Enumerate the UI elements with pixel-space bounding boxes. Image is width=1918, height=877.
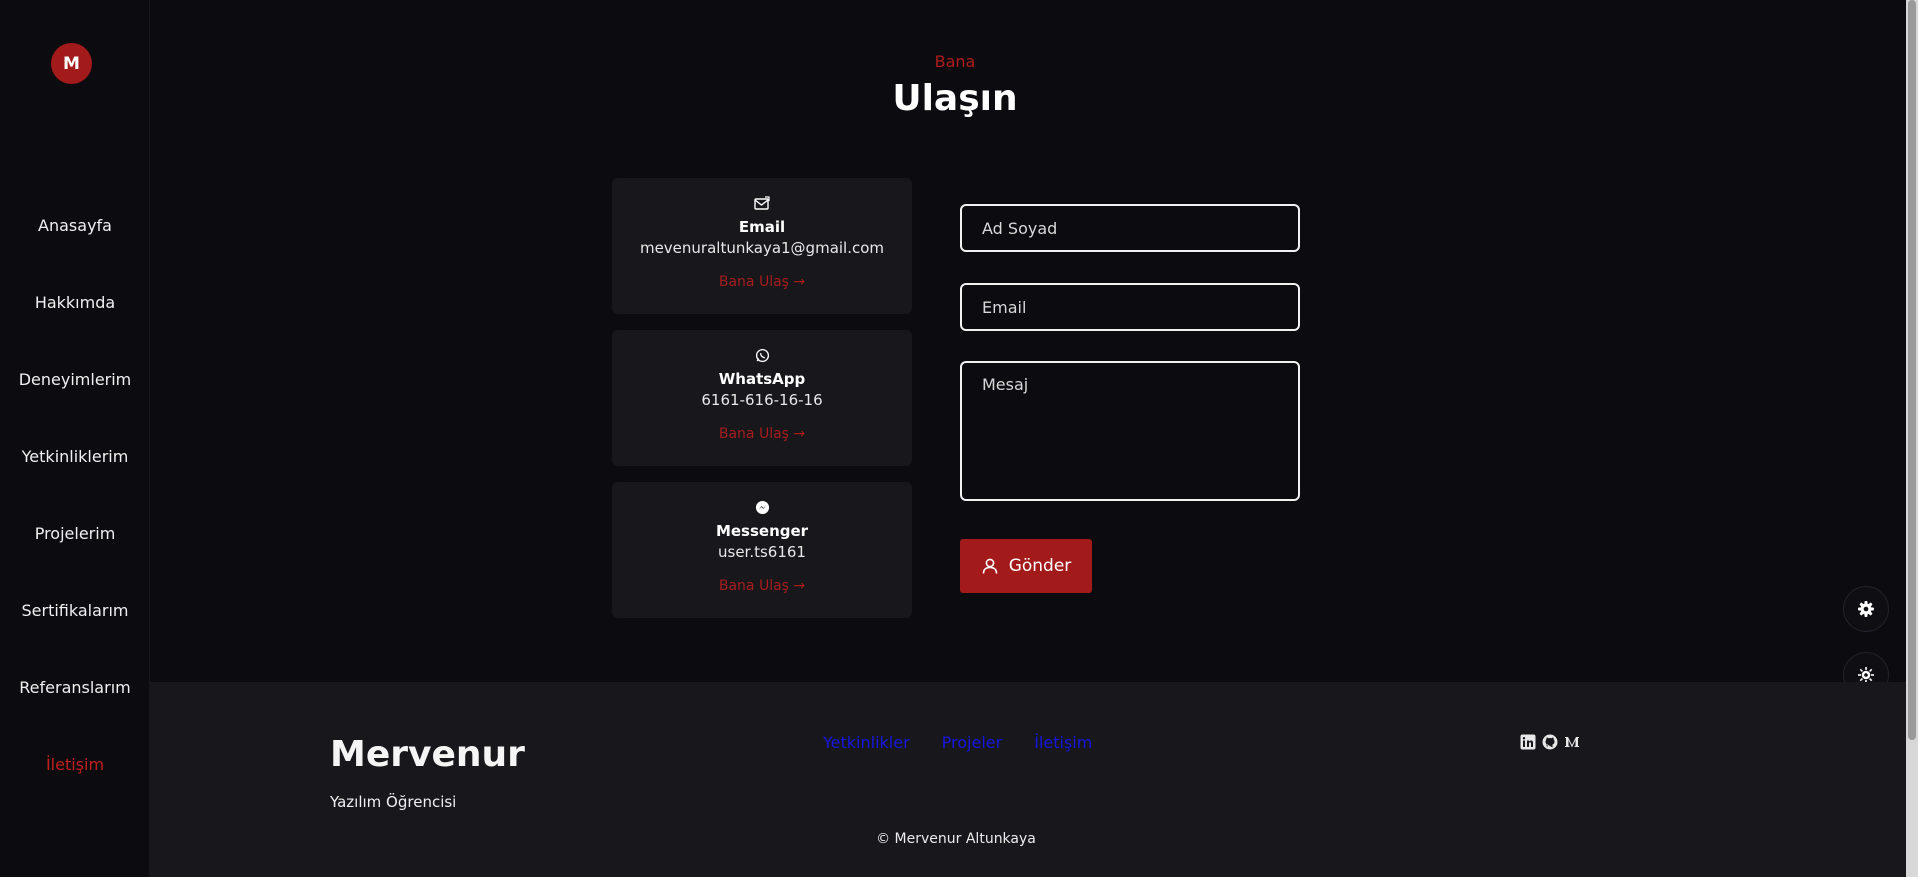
gear-icon bbox=[1857, 600, 1875, 618]
scrollbar[interactable] bbox=[1906, 0, 1918, 877]
sidebar-item-yetkinliklerim[interactable]: Yetkinliklerim bbox=[0, 447, 150, 466]
sidebar-item-deneyimlerim[interactable]: Deneyimlerim bbox=[0, 370, 150, 389]
footer-link-projeler[interactable]: Projeler bbox=[942, 733, 1003, 752]
contact-link-messenger[interactable]: Bana Ulaş → bbox=[612, 578, 912, 594]
page-title: Ulaşın bbox=[892, 78, 1018, 119]
contact-card-messenger: Messenger user.ts6161 Bana Ulaş → bbox=[612, 482, 912, 618]
contact-link-whatsapp[interactable]: Bana Ulaş → bbox=[612, 426, 912, 442]
messenger-icon bbox=[612, 500, 912, 516]
card-title: Email bbox=[738, 218, 786, 236]
name-field[interactable] bbox=[960, 204, 1300, 252]
card-value: user.ts6161 bbox=[718, 543, 806, 561]
copyright: © Mervenur Altunkaya bbox=[876, 831, 1036, 847]
footer: Mervenur Yazılım Öğrencisi Yetkinlikler … bbox=[150, 682, 1906, 877]
sidebar-item-anasayfa[interactable]: Anasayfa bbox=[0, 216, 150, 235]
contact-card-whatsapp: WhatsApp 6161-616-16-16 Bana Ulaş → bbox=[612, 330, 912, 466]
card-value: mevenuraltunkaya1@gmail.com bbox=[639, 239, 885, 257]
footer-link-iletisim[interactable]: İletişim bbox=[1034, 733, 1092, 752]
send-button[interactable]: Gönder bbox=[960, 539, 1092, 593]
sidebar-item-sertifikalarim[interactable]: Sertifikalarım bbox=[0, 601, 150, 620]
logo-avatar[interactable]: M bbox=[51, 43, 92, 84]
scrollbar-thumb[interactable] bbox=[1908, 0, 1916, 740]
contact-link-email[interactable]: Bana Ulaş → bbox=[612, 274, 912, 290]
message-field[interactable] bbox=[960, 361, 1300, 501]
sidebar-item-hakkimda[interactable]: Hakkımda bbox=[0, 293, 150, 312]
linkedin-icon[interactable] bbox=[1520, 734, 1536, 750]
footer-link-yetkinlikler[interactable]: Yetkinlikler bbox=[823, 733, 910, 752]
footer-tagline: Yazılım Öğrencisi bbox=[330, 793, 457, 811]
card-value: 6161-616-16-16 bbox=[701, 391, 823, 409]
sidebar-item-projelerim[interactable]: Projelerim bbox=[0, 524, 150, 543]
sidebar: M Anasayfa Hakkımda Deneyimlerim Yetkinl… bbox=[0, 0, 150, 877]
user-icon bbox=[981, 557, 999, 575]
send-button-label: Gönder bbox=[1008, 556, 1072, 576]
card-title: Messenger bbox=[715, 522, 809, 540]
email-field[interactable] bbox=[960, 283, 1300, 331]
github-icon[interactable] bbox=[1542, 734, 1558, 750]
sidebar-item-iletisim[interactable]: İletişim bbox=[0, 755, 150, 774]
medium-icon[interactable] bbox=[1564, 734, 1580, 750]
footer-socials bbox=[1520, 734, 1580, 750]
footer-brand: Mervenur bbox=[330, 734, 525, 775]
settings-button[interactable] bbox=[1843, 586, 1889, 632]
section-kicker: Bana bbox=[934, 52, 976, 71]
contact-card-email: Email mevenuraltunkaya1@gmail.com Bana U… bbox=[612, 178, 912, 314]
footer-links: Yetkinlikler Projeler İletişim bbox=[823, 733, 1092, 752]
whatsapp-icon bbox=[612, 348, 912, 364]
envelope-icon bbox=[612, 196, 912, 212]
card-title: WhatsApp bbox=[718, 370, 806, 388]
sidebar-item-referanslarim[interactable]: Referanslarım bbox=[0, 678, 150, 697]
